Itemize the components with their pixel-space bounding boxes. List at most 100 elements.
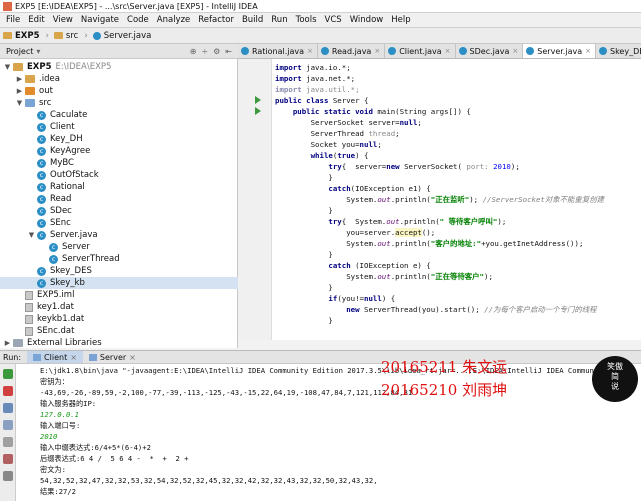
close-icon[interactable]: ×	[585, 47, 591, 55]
chevron-right-icon[interactable]: ▶	[16, 75, 23, 83]
java-file-icon	[526, 47, 535, 55]
editor-tab-label: SDec.java	[469, 46, 510, 56]
breadcrumb-project[interactable]: EXP5	[3, 31, 40, 41]
run-tab-client[interactable]: Client ×	[27, 351, 83, 363]
pin-icon[interactable]	[3, 437, 13, 447]
chevron-right-icon[interactable]: ▶	[4, 339, 11, 347]
tree-item[interactable]: ▼ c Server.java	[0, 229, 266, 241]
tree-item-label: key1.dat	[37, 302, 74, 312]
menu-help[interactable]: Help	[387, 15, 414, 25]
run-class-icon[interactable]	[255, 96, 261, 104]
run-console[interactable]: E:\jdk1.8\bin\java "-javaagent:E:\IDEA\I…	[16, 364, 641, 501]
menu-edit[interactable]: Edit	[24, 15, 48, 25]
tree-item-label: ServerThread	[62, 254, 120, 264]
tree-item[interactable]: ▶ External Libraries	[0, 337, 242, 349]
tree-item[interactable]: c Client	[0, 121, 266, 133]
editor-tab-label: Server.java	[537, 46, 583, 56]
tree-item[interactable]: c Caculate	[0, 109, 266, 121]
editor-tab[interactable]: Skey_DES.java×	[595, 44, 641, 58]
hide-icon[interactable]: ⇤	[225, 47, 232, 56]
folder-icon	[13, 63, 23, 71]
menu-window[interactable]: Window	[346, 15, 388, 25]
rerun-icon[interactable]	[3, 369, 13, 379]
code-line: you=server.accept();	[275, 228, 436, 237]
close-icon[interactable]: ×	[512, 47, 518, 55]
gear-icon[interactable]: ⚙	[213, 47, 220, 56]
tree-item[interactable]: SEnc.dat	[0, 325, 254, 337]
tree-item[interactable]: c Key_DH	[0, 133, 266, 145]
menu-view[interactable]: View	[49, 15, 77, 25]
editor-tab[interactable]: Rational.java ×	[238, 44, 318, 58]
close-icon[interactable]: ×	[445, 47, 451, 55]
tree-item[interactable]: c Skey_kb	[0, 277, 266, 289]
restore-layout-icon[interactable]	[3, 420, 13, 430]
tree-item[interactable]: c OutOfStack	[0, 169, 266, 181]
menu-run[interactable]: Run	[267, 15, 291, 25]
chevron-down-icon[interactable]: ▾	[36, 47, 40, 56]
menu-analyze[interactable]: Analyze	[153, 15, 195, 25]
tree-item-label: keykb1.dat	[37, 314, 85, 324]
tree-item[interactable]: c Server	[0, 241, 278, 253]
collapse-icon[interactable]: ÷	[201, 47, 208, 56]
menu-vcs[interactable]: VCS	[321, 15, 346, 25]
class-icon: c	[37, 110, 46, 120]
console-line: -43,69,-26,-89,59,-2,100,-77,-39,-113,-1…	[40, 388, 413, 397]
tree-item-label: OutOfStack	[50, 170, 99, 180]
menu-tools[interactable]: Tools	[292, 15, 321, 25]
menu-code[interactable]: Code	[123, 15, 153, 25]
menu-refactor[interactable]: Refactor	[194, 15, 238, 25]
tree-item-label: Read	[50, 194, 72, 204]
tree-item[interactable]: c Read	[0, 193, 266, 205]
tree-item[interactable]: c KeyAgree	[0, 145, 266, 157]
tree-item[interactable]: c MyBC	[0, 157, 266, 169]
chevron-down-icon[interactable]: ▼	[4, 63, 11, 71]
intellij-logo-icon	[3, 1, 12, 11]
tree-item[interactable]: c ServerThread	[0, 253, 278, 265]
tree-item[interactable]: c SDec	[0, 205, 266, 217]
folder-icon	[25, 99, 35, 107]
breadcrumb-file[interactable]: Server.java	[92, 31, 151, 41]
tree-item[interactable]: c Skey_DES	[0, 265, 266, 277]
stop-icon[interactable]	[3, 386, 13, 396]
tree-item[interactable]: key1.dat	[0, 301, 254, 313]
chevron-down-icon[interactable]: ▼	[28, 231, 35, 239]
tree-item-label: src	[39, 98, 52, 108]
pause-icon[interactable]	[3, 403, 13, 413]
editor-tab[interactable]: Read.java ×	[317, 44, 386, 58]
tree-item[interactable]: ▼ EXP5 E:\IDEA\EXP5	[0, 61, 242, 73]
tree-item[interactable]: ▶ .idea	[0, 73, 254, 85]
tree-item[interactable]: ▶ out	[0, 85, 254, 97]
code-line: }	[275, 206, 333, 215]
tree-item[interactable]: keykb1.dat	[0, 313, 254, 325]
close-run-icon[interactable]	[3, 454, 13, 464]
tree-item[interactable]: c Rational	[0, 181, 266, 193]
chevron-right-icon[interactable]: ▶	[16, 87, 23, 95]
editor-tab[interactable]: Client.java ×	[385, 44, 456, 58]
tree-item[interactable]: ▼ src	[0, 97, 254, 109]
tree-item[interactable]: EXP5.iml	[0, 289, 254, 301]
project-panel-title[interactable]: Project	[6, 47, 33, 56]
tree-item-label: Skey_DES	[50, 266, 92, 276]
menu-file[interactable]: File	[2, 15, 24, 25]
menu-build[interactable]: Build	[238, 15, 267, 25]
menu-navigate[interactable]: Navigate	[77, 15, 123, 25]
close-icon[interactable]: ×	[307, 47, 313, 55]
close-icon[interactable]: ×	[129, 353, 136, 362]
chevron-down-icon[interactable]: ▼	[16, 99, 23, 107]
tree-item[interactable]: c SEnc	[0, 217, 266, 229]
class-icon: c	[49, 242, 58, 252]
help-icon[interactable]	[3, 471, 13, 481]
breadcrumb-src[interactable]: src	[53, 31, 78, 41]
close-icon[interactable]: ×	[70, 353, 77, 362]
console-line: 后缀表达式:6 4 / 5 6 4 - * + 2 +	[40, 454, 189, 463]
run-tab-server[interactable]: Server ×	[83, 351, 142, 363]
editor-tab[interactable]: SDec.java ×	[455, 44, 524, 58]
sync-icon[interactable]: ⊕	[190, 47, 197, 56]
student-overlay-2: 20165210 刘雨坤	[381, 381, 508, 399]
editor-tab-label: Client.java	[399, 46, 442, 56]
run-main-icon[interactable]	[255, 107, 261, 115]
editor-tab[interactable]: Server.java ×	[523, 44, 596, 58]
class-icon: c	[37, 122, 46, 132]
close-icon[interactable]: ×	[374, 47, 380, 55]
code-editor[interactable]: import java.io.*; import java.net.*; imp…	[272, 59, 641, 340]
